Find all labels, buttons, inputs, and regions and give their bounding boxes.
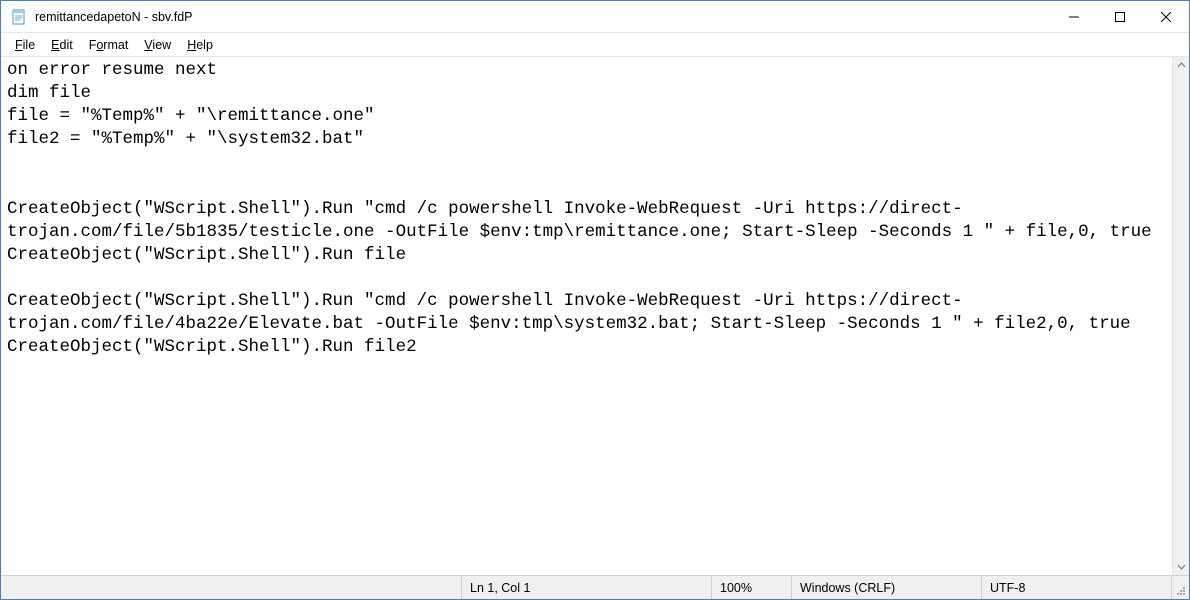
window-controls	[1051, 1, 1189, 32]
menu-edit-rest: dit	[60, 38, 73, 52]
menu-edit[interactable]: Edit	[43, 36, 81, 54]
menu-help[interactable]: Help	[179, 36, 221, 54]
menu-view[interactable]: View	[136, 36, 179, 54]
close-button[interactable]	[1143, 1, 1189, 32]
resize-grip-icon[interactable]	[1171, 576, 1189, 599]
status-encoding: UTF-8	[981, 576, 1171, 599]
status-bar: Ln 1, Col 1 100% Windows (CRLF) UTF-8	[1, 575, 1189, 599]
maximize-button[interactable]	[1097, 1, 1143, 32]
menu-format-rest: rmat	[103, 38, 128, 52]
menu-view-rest: iew	[152, 38, 171, 52]
notepad-icon	[11, 9, 27, 25]
minimize-button[interactable]	[1051, 1, 1097, 32]
menu-bar: File Edit Format View Help	[1, 33, 1189, 57]
notepad-window: remittancedapetoN - sbv.fdP File Edit Fo…	[0, 0, 1190, 600]
title-bar[interactable]: remittancedapetoN - sbv.fdP	[1, 1, 1189, 33]
status-filler	[1, 576, 461, 599]
window-title: remittancedapetoN - sbv.fdP	[35, 10, 1051, 24]
text-editor[interactable]: on error resume next dim file file = "%T…	[1, 57, 1172, 575]
status-cursor-position: Ln 1, Col 1	[461, 576, 711, 599]
menu-help-rest: elp	[196, 38, 213, 52]
menu-format[interactable]: Format	[81, 36, 137, 54]
scroll-up-arrow-icon[interactable]	[1173, 57, 1189, 74]
editor-area: on error resume next dim file file = "%T…	[1, 57, 1189, 575]
vertical-scrollbar[interactable]	[1172, 57, 1189, 575]
scroll-down-arrow-icon[interactable]	[1173, 558, 1189, 575]
menu-file-rest: ile	[23, 38, 36, 52]
status-line-ending: Windows (CRLF)	[791, 576, 981, 599]
menu-file[interactable]: File	[7, 36, 43, 54]
status-zoom[interactable]: 100%	[711, 576, 791, 599]
